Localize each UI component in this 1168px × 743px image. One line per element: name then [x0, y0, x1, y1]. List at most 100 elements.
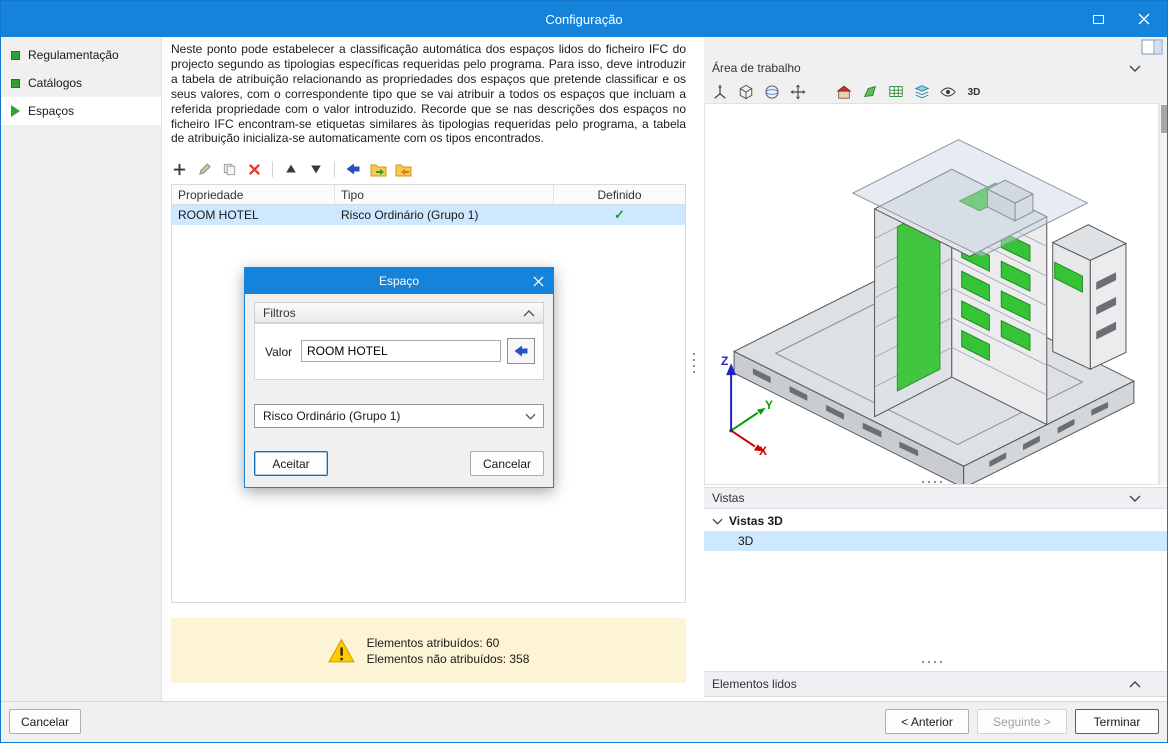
sidebar-item-catalogos[interactable]: Catálogos [1, 69, 161, 97]
views-header[interactable]: Vistas [704, 487, 1167, 509]
area-selection-icon[interactable] [860, 82, 880, 102]
sidebar-item-label: Catálogos [28, 76, 83, 90]
view-cube-icon[interactable] [736, 82, 756, 102]
toolbar-separator [272, 161, 273, 177]
workspace-header[interactable]: Área de trabalho [704, 57, 1167, 79]
chevron-up-icon[interactable] [1129, 677, 1141, 691]
cancel-button[interactable]: Cancelar [9, 709, 81, 734]
toolbar-separator [334, 161, 335, 177]
viewport-scrollbar[interactable] [1159, 103, 1167, 485]
sidebar-item-regulamentacao[interactable]: Regulamentação [1, 41, 161, 69]
blue-left-arrow-icon [346, 163, 360, 175]
maximize-button[interactable] [1075, 1, 1121, 37]
configuration-wizard-window: Configuração Regulamentação Catálogos Es… [0, 0, 1168, 743]
plus-icon [173, 163, 185, 175]
workspace-panel: Área de trabalho 3D Z Y X Vistas Vistas … [704, 37, 1167, 701]
blue-left-arrow-icon [514, 345, 528, 357]
close-button[interactable] [1121, 1, 1167, 37]
add-button[interactable] [169, 159, 189, 179]
delete-x-icon [248, 163, 260, 175]
assignment-table-toolbar [169, 159, 413, 179]
building-model [726, 139, 1135, 489]
3d-viewport[interactable]: Z Y X [704, 103, 1159, 489]
export-folder-button[interactable] [393, 159, 413, 179]
pan-view-icon[interactable] [788, 82, 808, 102]
column-header-definido[interactable]: Definido [554, 185, 685, 204]
read-elements-label: Elementos lidos [712, 677, 797, 691]
chevron-down-icon[interactable] [1129, 61, 1141, 75]
import-folder-button[interactable] [368, 159, 388, 179]
titlebar[interactable]: Configuração [1, 1, 1167, 37]
expander-chevron-icon[interactable] [712, 518, 723, 525]
wizard-steps-sidebar: Regulamentação Catálogos Espaços [1, 37, 162, 701]
vertical-splitter[interactable] [693, 353, 695, 373]
window-title: Configuração [545, 11, 623, 27]
filters-section-header[interactable]: Filtros [254, 302, 544, 323]
scrollbar-thumb[interactable] [1161, 105, 1167, 133]
copy-button[interactable] [219, 159, 239, 179]
axis-x-label: X [759, 444, 768, 458]
pick-value-button[interactable] [507, 338, 535, 364]
filters-label: Filtros [263, 305, 296, 320]
modal-title: Espaço [378, 274, 420, 288]
tree-item-label: 3D [738, 534, 754, 548]
tipo-select-value: Risco Ordinário (Grupo 1) [263, 409, 401, 423]
step-current-icon [11, 105, 20, 117]
move-up-button[interactable] [281, 159, 301, 179]
column-header-tipo[interactable]: Tipo [335, 185, 554, 204]
finish-button[interactable]: Terminar [1075, 709, 1159, 734]
import-arrow-button[interactable] [343, 159, 363, 179]
previous-button[interactable]: < Anterior [885, 709, 969, 734]
table-row[interactable]: ROOM HOTEL Risco Ordinário (Grupo 1) ✓ [172, 205, 685, 225]
chevron-up-icon[interactable] [523, 306, 535, 320]
column-header-propriedade[interactable]: Propriedade [172, 185, 335, 204]
cell-tipo: Risco Ordinário (Grupo 1) [341, 208, 479, 222]
folder-export-icon [395, 164, 411, 176]
modal-cancel-button[interactable]: Cancelar [470, 451, 544, 476]
axis-y-label: Y [765, 398, 774, 412]
elevation-view-icon[interactable] [834, 82, 854, 102]
visibility-icon[interactable] [938, 82, 958, 102]
workspace-header-label: Área de trabalho [712, 61, 801, 75]
panel-layout-icon[interactable] [1141, 39, 1163, 58]
ucs-axes-icon[interactable] [710, 82, 730, 102]
tree-node-vistas-3d[interactable]: Vistas 3D [704, 511, 1167, 531]
3d-view-label: 3D [967, 86, 981, 98]
sidebar-item-label: Regulamentação [28, 48, 119, 62]
chevron-down-icon [525, 409, 536, 423]
tipo-select[interactable]: Risco Ordinário (Grupo 1) [254, 404, 544, 428]
orbit-view-icon[interactable] [762, 82, 782, 102]
tree-item-3d-view[interactable]: 3D [704, 531, 1167, 551]
table-header-row: Propriedade Tipo Definido [172, 185, 685, 205]
layers-icon[interactable] [912, 82, 932, 102]
sidebar-item-espacos[interactable]: Espaços [1, 97, 161, 125]
warning-triangle-icon [327, 638, 355, 662]
filters-panel: Valor [254, 323, 544, 380]
edit-button[interactable] [194, 159, 214, 179]
read-elements-header[interactable]: Elementos lidos [704, 671, 1167, 697]
down-triangle-icon [311, 165, 321, 174]
next-button-disabled: Seguinte > [977, 709, 1067, 734]
check-icon: ✓ [614, 207, 625, 222]
tree-node-label: Vistas 3D [729, 514, 783, 528]
delete-button[interactable] [244, 159, 264, 179]
modal-close-button[interactable] [527, 271, 549, 291]
move-down-button[interactable] [306, 159, 326, 179]
horizontal-splitter[interactable] [704, 661, 1159, 663]
chevron-down-icon[interactable] [1129, 491, 1141, 505]
close-icon [1138, 13, 1150, 25]
table-view-icon[interactable] [886, 82, 906, 102]
modal-titlebar[interactable]: Espaço [245, 268, 553, 294]
views-header-label: Vistas [712, 491, 745, 505]
elements-unassigned-text: Elementos não atribuídos: 358 [366, 651, 530, 666]
elements-assigned-text: Elementos atribuídos: 60 [366, 635, 500, 650]
espaco-dialog: Espaço Filtros Valor Risco Ordinário (Gr… [244, 267, 554, 488]
3d-view-icon[interactable]: 3D [964, 82, 984, 102]
warning-box: Elementos atribuídos: 60 Elementos não a… [171, 618, 686, 683]
valor-input[interactable] [301, 340, 501, 362]
accept-button[interactable]: Aceitar [254, 451, 328, 476]
up-triangle-icon [286, 164, 296, 173]
horizontal-splitter[interactable] [704, 481, 1159, 483]
wizard-footer: Cancelar < Anterior Seguinte > Terminar [1, 701, 1167, 742]
folder-import-icon [370, 164, 386, 176]
